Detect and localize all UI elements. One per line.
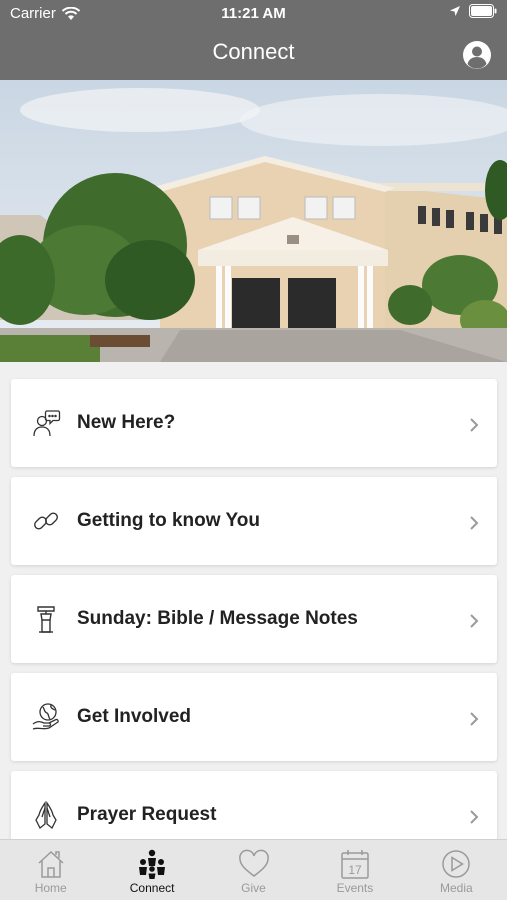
heart-icon xyxy=(238,849,269,877)
chevron-right-icon xyxy=(470,810,479,824)
tab-label: Home xyxy=(34,881,67,895)
calendar-day: 17 xyxy=(348,863,362,877)
menu-item-get-involved[interactable]: Get Involved xyxy=(11,673,497,761)
nav-bar: Connect xyxy=(0,28,507,80)
menu-item-getting-to-know-you[interactable]: Getting to know You xyxy=(11,477,497,565)
menu-item-label: New Here? xyxy=(77,412,176,433)
page-title: Connect xyxy=(212,39,295,64)
tab-bar: Home Connect Give 17 Events Media xyxy=(0,839,507,900)
status-bar: Carrier 11:21 AM xyxy=(0,0,507,28)
chevron-right-icon xyxy=(470,516,479,530)
chevron-right-icon xyxy=(470,712,479,726)
tab-give[interactable]: Give xyxy=(203,840,304,900)
people-icon xyxy=(139,849,166,879)
tab-label: Media xyxy=(439,881,473,895)
speech-person-icon xyxy=(33,410,61,437)
tab-events[interactable]: 17 Events xyxy=(304,840,405,900)
church-building-photo xyxy=(0,80,507,362)
pulpit-icon xyxy=(37,606,55,633)
calendar-icon: 17 xyxy=(341,850,369,879)
globe-hand-icon xyxy=(32,703,59,730)
menu-item-label: Get Involved xyxy=(77,706,192,727)
chevron-right-icon xyxy=(470,614,479,628)
menu-item-new-here[interactable]: New Here? xyxy=(11,379,497,467)
battery-icon xyxy=(469,4,497,18)
tab-label: Connect xyxy=(129,881,175,895)
tab-media[interactable]: Media xyxy=(406,840,507,900)
link-icon xyxy=(34,512,58,530)
tab-label: Events xyxy=(336,881,374,895)
status-time: 11:21 AM xyxy=(221,5,286,22)
menu-item-sunday-notes[interactable]: Sunday: Bible / Message Notes xyxy=(11,575,497,663)
tab-label: Give xyxy=(241,881,266,895)
location-arrow-icon xyxy=(450,6,460,16)
connect-menu: New Here? Getting to know You Sunday: Bi… xyxy=(11,379,497,869)
menu-item-label: Prayer Request xyxy=(77,804,217,825)
profile-icon[interactable] xyxy=(462,40,492,70)
home-icon xyxy=(38,850,64,878)
chevron-right-icon xyxy=(470,418,479,432)
menu-item-label: Sunday: Bible / Message Notes xyxy=(77,608,358,629)
hero-image xyxy=(0,80,507,362)
play-icon xyxy=(442,850,471,878)
menu-item-label: Getting to know You xyxy=(77,510,260,531)
tab-connect[interactable]: Connect xyxy=(101,840,202,900)
tab-home[interactable]: Home xyxy=(0,840,101,900)
praying-hands-icon xyxy=(35,800,57,830)
status-right xyxy=(449,4,497,18)
